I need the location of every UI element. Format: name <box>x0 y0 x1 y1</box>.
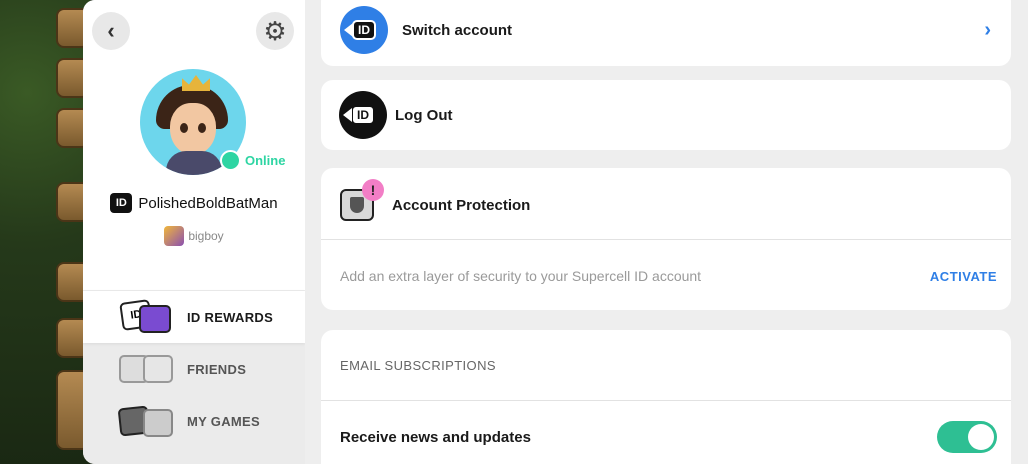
chevron-right-icon: › <box>984 18 991 41</box>
game-avatar-icon <box>164 226 185 246</box>
toggle-knob <box>968 424 994 450</box>
nav-label-friends: FRIENDS <box>187 361 247 377</box>
switch-account-label: Switch account <box>402 21 513 39</box>
receive-news-toggle[interactable] <box>937 421 997 453</box>
username-row: ID PolishedBoldBatMan <box>83 193 305 213</box>
email-subscriptions-title: EMAIL SUBSCRIPTIONS <box>340 357 496 373</box>
game-account-name: bigboy <box>188 229 224 243</box>
divider <box>321 400 1011 401</box>
activate-button[interactable]: ACTIVATE <box>930 269 997 284</box>
receive-news-label: Receive news and updates <box>340 428 531 446</box>
divider <box>321 239 1011 240</box>
online-status-label: Online <box>245 153 286 168</box>
nav-label-my-games: MY GAMES <box>187 413 260 429</box>
log-out-label: Log Out <box>395 106 453 124</box>
game-account-row: bigboy <box>83 226 305 246</box>
profile-sidebar: ‹ ⚙ Online ID PolishedBoldBatMan bigboy … <box>83 0 305 464</box>
online-status-dot <box>220 150 241 171</box>
my-games-icon <box>117 403 173 439</box>
id-badge-icon: ID <box>110 193 133 213</box>
nav-item-id-rewards[interactable]: ID ID REWARDS <box>83 291 305 343</box>
back-button[interactable]: ‹ <box>92 12 130 50</box>
settings-button[interactable]: ⚙ <box>256 12 294 50</box>
email-subscriptions-card: EMAIL SUBSCRIPTIONS Receive news and upd… <box>321 330 1011 464</box>
switch-account-icon: ID <box>340 6 388 54</box>
settings-panel: ID Switch account › ID Log Out ! Account… <box>305 0 1028 464</box>
username: PolishedBoldBatMan <box>138 194 278 212</box>
switch-account-card[interactable]: ID Switch account › <box>321 0 1011 66</box>
shield-icon: ! <box>340 179 384 221</box>
alert-icon: ! <box>362 179 384 201</box>
chevron-left-icon: ‹ <box>107 18 115 43</box>
account-protection-description: Add an extra layer of security to your S… <box>340 268 702 284</box>
account-protection-card: ! Account Protection Add an extra layer … <box>321 168 1011 310</box>
log-out-card[interactable]: ID Log Out <box>321 80 1011 150</box>
nav-item-my-games[interactable]: MY GAMES <box>83 395 305 447</box>
friends-icon <box>117 351 173 387</box>
log-out-icon: ID <box>339 91 387 139</box>
id-rewards-icon: ID <box>117 299 173 335</box>
nav-label-id-rewards: ID REWARDS <box>187 309 274 325</box>
gear-icon: ⚙ <box>263 15 287 46</box>
game-background <box>0 0 90 464</box>
nav-item-friends[interactable]: FRIENDS <box>83 343 305 395</box>
account-protection-title: Account Protection <box>392 196 531 214</box>
